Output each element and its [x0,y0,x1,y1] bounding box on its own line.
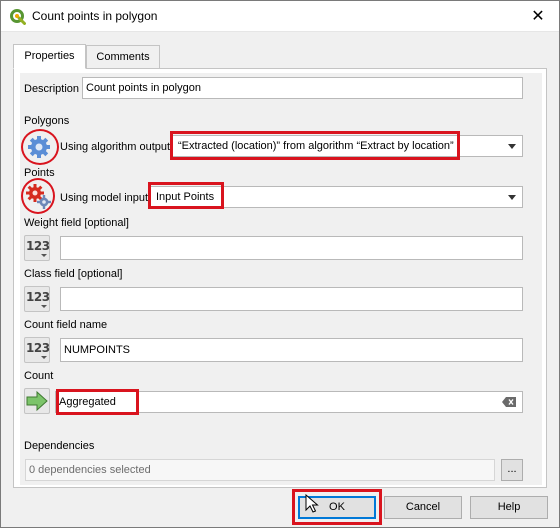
numeric-field-icon: 123 [26,341,50,355]
polygons-icon-highlight [21,129,59,165]
class-field-input[interactable] [60,287,523,311]
tab-comments[interactable]: Comments [86,45,160,69]
class-field-source-button[interactable]: 123 [24,286,50,312]
help-button[interactable]: Help [470,496,548,519]
clear-text-icon[interactable] [502,397,516,407]
class-field-label: Class field [optional] [24,268,123,280]
points-value-highlight [148,182,224,209]
polygons-value-highlight [170,131,460,160]
points-icon-highlight [21,178,55,214]
chevron-down-icon [41,305,47,308]
polygons-source-label: Using algorithm output [60,141,171,153]
qgis-logo-icon [10,9,26,25]
mouse-pointer-icon [305,494,319,513]
numeric-field-icon: 123 [26,290,50,304]
weight-field-source-button[interactable]: 123 [24,235,50,261]
count-value-highlight [56,389,139,415]
chevron-down-icon [41,254,47,257]
numeric-field-icon: 123 [26,239,50,253]
cancel-button[interactable]: Cancel [384,496,462,519]
polygons-label: Polygons [24,115,70,127]
count-field-name-input[interactable]: NUMPOINTS [60,338,523,362]
dependencies-label: Dependencies [24,440,95,452]
title-bar: Count points in polygon ✕ [1,1,559,32]
dependencies-field: 0 dependencies selected [25,459,495,481]
points-source-label: Using model input [60,192,149,204]
output-arrow-icon [26,390,48,412]
weight-field-label: Weight field [optional] [24,217,129,229]
window-title: Count points in polygon [32,9,158,23]
count-field-name-source-button[interactable]: 123 [24,337,50,363]
count-source-button[interactable] [24,388,50,414]
dialog-window: Count points in polygon ✕ Properties Com… [0,0,560,528]
tab-properties[interactable]: Properties [13,44,86,69]
count-label: Count [24,370,54,382]
chevron-down-icon [508,144,516,149]
count-field-name-label: Count field name [24,319,108,331]
chevron-down-icon [41,356,47,359]
dependencies-browse-button[interactable]: ... [501,459,523,481]
weight-field-input[interactable] [60,236,523,260]
close-icon[interactable]: ✕ [523,5,553,27]
description-label: Description [24,83,80,95]
chevron-down-icon [508,195,516,200]
description-input[interactable]: Count points in polygon [82,77,523,99]
